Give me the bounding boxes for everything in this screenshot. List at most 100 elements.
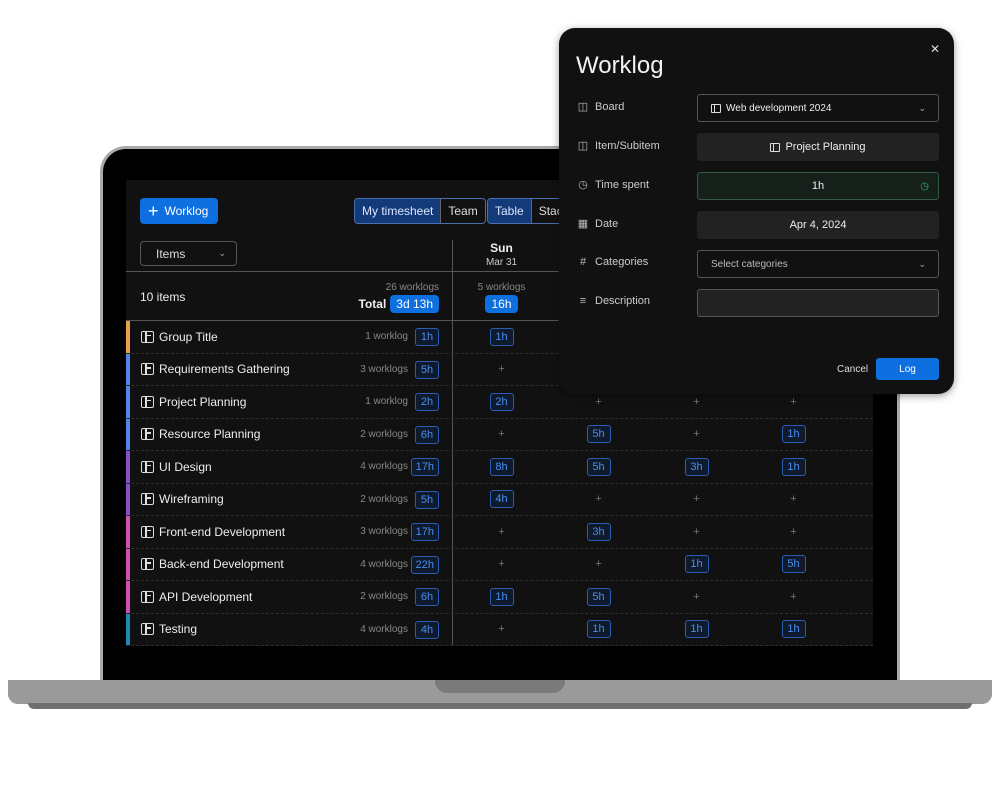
- worklog-hours-badge[interactable]: 4h: [489, 490, 514, 509]
- add-worklog-cell[interactable]: +: [550, 396, 647, 408]
- worklog-hours-badge[interactable]: 1h: [684, 620, 709, 639]
- table-row[interactable]: API Development 2 worklogs 6h 1h 5h + +: [126, 581, 873, 614]
- item-total-badge[interactable]: 1h: [415, 328, 439, 347]
- item-name[interactable]: Testing: [159, 622, 197, 636]
- worklog-cell[interactable]: 1h: [453, 587, 550, 606]
- worklog-hours-badge[interactable]: 1h: [781, 425, 806, 444]
- add-worklog-cell[interactable]: +: [745, 493, 842, 505]
- worklog-cell[interactable]: 2h: [453, 392, 550, 411]
- add-worklog-cell[interactable]: +: [453, 526, 550, 538]
- worklog-hours-badge[interactable]: 3h: [586, 522, 611, 541]
- item-total-badge[interactable]: 6h: [415, 425, 439, 444]
- time-spent-input[interactable]: 1h ◷: [697, 172, 939, 200]
- add-worklog-cell[interactable]: +: [745, 591, 842, 603]
- worklog-cell[interactable]: 1h: [453, 327, 550, 346]
- categories-select[interactable]: Select categories ⌄: [697, 250, 939, 278]
- add-worklog-cell[interactable]: +: [648, 591, 745, 603]
- worklog-hours-badge[interactable]: 1h: [781, 620, 806, 639]
- worklog-cell[interactable]: 1h: [648, 555, 745, 574]
- time-label: Time spent: [595, 178, 650, 191]
- item-name[interactable]: Wireframing: [159, 492, 224, 506]
- item-name[interactable]: Back-end Development: [159, 557, 284, 571]
- worklog-cell[interactable]: 5h: [550, 457, 647, 476]
- add-worklog-cell[interactable]: +: [745, 396, 842, 408]
- item-name[interactable]: Front-end Development: [159, 525, 285, 539]
- item-name[interactable]: API Development: [159, 590, 252, 604]
- item-name[interactable]: Group Title: [159, 330, 218, 344]
- worklog-hours-badge[interactable]: 1h: [489, 327, 514, 346]
- group-color-stripe: [126, 451, 130, 483]
- item-total-badge[interactable]: 17h: [410, 523, 439, 542]
- worklog-hours-badge[interactable]: 5h: [586, 425, 611, 444]
- add-worklog-cell[interactable]: +: [453, 623, 550, 635]
- table-row[interactable]: Back-end Development 4 worklogs 22h + +1h 5h: [126, 548, 873, 581]
- add-worklog-cell[interactable]: +: [453, 428, 550, 440]
- item-total-badge[interactable]: 5h: [415, 490, 439, 509]
- cancel-button[interactable]: Cancel: [837, 364, 868, 375]
- item-total-badge[interactable]: 5h: [415, 360, 439, 379]
- item-name[interactable]: Project Planning: [159, 395, 246, 409]
- worklog-cell[interactable]: 3h: [648, 457, 745, 476]
- item-total-badge[interactable]: 4h: [415, 620, 439, 639]
- worklog-cell[interactable]: 5h: [550, 587, 647, 606]
- worklog-cell[interactable]: 4h: [453, 490, 550, 509]
- table-row[interactable]: Testing 4 worklogs 4h +1h 1h 1h: [126, 613, 873, 646]
- item-name[interactable]: Requirements Gathering: [159, 362, 290, 376]
- table-row[interactable]: Resource Planning 2 worklogs 6h +5h +1h: [126, 418, 873, 451]
- add-worklog-cell[interactable]: +: [648, 526, 745, 538]
- close-icon[interactable]: ✕: [930, 42, 940, 56]
- add-worklog-cell[interactable]: +: [453, 363, 550, 375]
- worklog-hours-badge[interactable]: 5h: [586, 587, 611, 606]
- tab-my-timesheet[interactable]: My timesheet: [355, 199, 441, 223]
- item-total-badge[interactable]: 22h: [410, 555, 439, 574]
- worklog-hours-badge[interactable]: 5h: [586, 457, 611, 476]
- worklog-hours-badge[interactable]: 1h: [489, 587, 514, 606]
- item-total-badge[interactable]: 2h: [415, 393, 439, 412]
- laptop-notch: [435, 680, 565, 693]
- table-row[interactable]: Front-end Development 3 worklogs 17h +3h + +: [126, 516, 873, 549]
- item-total-badge[interactable]: 17h: [410, 458, 439, 477]
- worklog-hours-badge[interactable]: 8h: [489, 457, 514, 476]
- tab-table[interactable]: Table: [488, 199, 531, 223]
- worklog-hours-badge[interactable]: 5h: [781, 555, 806, 574]
- add-worklog-cell[interactable]: +: [550, 493, 647, 505]
- log-button[interactable]: Log: [876, 358, 939, 380]
- worklog-cell[interactable]: 1h: [648, 620, 745, 639]
- worklog-cell[interactable]: 5h: [745, 555, 842, 574]
- item-icon: ◫: [577, 140, 589, 152]
- item-total-badge[interactable]: 6h: [415, 588, 439, 607]
- worklog-hours-badge[interactable]: 1h: [684, 555, 709, 574]
- worklog-hours-badge[interactable]: 3h: [684, 457, 709, 476]
- worklog-cell[interactable]: 5h: [550, 425, 647, 444]
- item-name[interactable]: UI Design: [159, 460, 212, 474]
- worklog-hours-badge[interactable]: 1h: [781, 457, 806, 476]
- worklog-cell[interactable]: 1h: [745, 425, 842, 444]
- item-icon: [141, 590, 154, 603]
- item-name[interactable]: Resource Planning: [159, 427, 260, 441]
- add-worklog-cell[interactable]: +: [550, 558, 647, 570]
- add-worklog-cell[interactable]: +: [453, 558, 550, 570]
- add-worklog-cell[interactable]: +: [648, 493, 745, 505]
- description-input[interactable]: [697, 289, 939, 317]
- add-worklog-cell[interactable]: +: [648, 396, 745, 408]
- worklog-cell[interactable]: 3h: [550, 522, 647, 541]
- worklog-cell[interactable]: 8h: [453, 457, 550, 476]
- group-by-select[interactable]: Items ⌄: [140, 241, 237, 266]
- worklog-cell[interactable]: 1h: [745, 620, 842, 639]
- board-icon: ◫: [577, 101, 589, 113]
- clock-icon: ◷: [920, 180, 929, 192]
- worklog-cell[interactable]: 1h: [550, 620, 647, 639]
- summary-worklogs: 26 worklogs: [385, 282, 439, 293]
- board-select[interactable]: Web development 2024 ⌄: [697, 94, 939, 122]
- table-row[interactable]: UI Design 4 worklogs 17h 8h 5h 3h 1h: [126, 451, 873, 484]
- add-worklog-cell[interactable]: +: [648, 428, 745, 440]
- tab-team[interactable]: Team: [440, 199, 485, 223]
- worklog-hours-badge[interactable]: 1h: [586, 620, 611, 639]
- table-row[interactable]: Wireframing 2 worklogs 5h 4h + + +: [126, 483, 873, 516]
- worklog-cell[interactable]: 1h: [745, 457, 842, 476]
- day-worklogs: 5 worklogs: [477, 282, 526, 293]
- worklog-hours-badge[interactable]: 2h: [489, 392, 514, 411]
- add-worklog-cell[interactable]: +: [745, 526, 842, 538]
- add-worklog-button[interactable]: + Worklog: [140, 198, 218, 224]
- date-input[interactable]: Apr 4, 2024: [697, 211, 939, 239]
